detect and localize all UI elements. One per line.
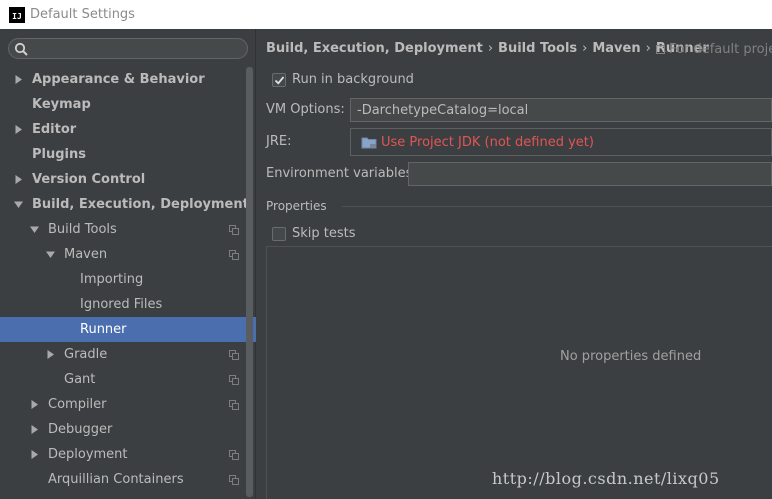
- project-copy-icon: [229, 449, 239, 460]
- search-icon: [14, 42, 28, 56]
- expand-right-arrow-icon[interactable]: [29, 400, 39, 410]
- expand-right-arrow-icon[interactable]: [45, 350, 55, 360]
- environment-variables-label: Environment variables:: [266, 166, 417, 181]
- tree-item-label: Runner: [80, 322, 127, 337]
- tree-item-label: Version Control: [32, 172, 146, 187]
- skip-tests-label: Skip tests: [292, 226, 356, 241]
- skip-tests-checkbox[interactable]: [272, 227, 286, 241]
- tree-item-label: Plugins: [32, 147, 86, 162]
- no-properties-text: No properties defined: [560, 349, 702, 364]
- checkmark-icon: [274, 75, 284, 85]
- tree-item-arquillian-containers[interactable]: Arquillian Containers: [0, 467, 256, 492]
- intellij-app-icon: IJ: [9, 6, 25, 23]
- tree-item-gant[interactable]: Gant: [0, 367, 256, 392]
- tree-item-label: Arquillian Containers: [48, 472, 184, 487]
- properties-section-title: Properties: [266, 199, 327, 213]
- default-project-icon: [656, 45, 665, 54]
- expand-right-arrow-icon[interactable]: [29, 450, 39, 460]
- tree-item-label: Maven: [64, 247, 108, 262]
- expand-down-arrow-icon[interactable]: [13, 200, 23, 210]
- tree-item-label: Keymap: [32, 97, 91, 112]
- expand-right-arrow-icon[interactable]: [13, 125, 23, 135]
- title-bar: IJ Default Settings: [0, 0, 772, 29]
- jre-label: JRE:: [266, 134, 292, 149]
- for-default-text: For default projec: [669, 42, 772, 57]
- properties-divider: [342, 206, 772, 207]
- settings-sidebar: Appearance & Behavior Keymap Editor Plugins…: [0, 29, 256, 499]
- window-title: Default Settings: [30, 7, 135, 22]
- tree-item-label: Compiler: [48, 397, 107, 412]
- project-copy-icon: [229, 249, 239, 260]
- tree-item-debugger[interactable]: Debugger: [0, 417, 256, 442]
- tree-item-appearance-behavior[interactable]: Appearance & Behavior: [0, 67, 256, 92]
- tree-item-label: Gradle: [64, 347, 108, 362]
- settings-tree: Appearance & Behavior Keymap Editor Plugins…: [0, 67, 256, 492]
- tree-item-label: Build, Execution, Deployment: [32, 197, 249, 212]
- tree-item-importing[interactable]: Importing: [0, 267, 256, 292]
- project-copy-icon: [229, 374, 239, 385]
- vm-options-label: VM Options:: [266, 102, 345, 117]
- tree-item-ignored-files[interactable]: Ignored Files: [0, 292, 256, 317]
- tree-item-label: Appearance & Behavior: [32, 72, 205, 87]
- tree-item-label: Gant: [64, 372, 96, 387]
- project-copy-icon: [229, 399, 239, 410]
- breadcrumb-item-build-execution: Build, Execution, Deployment: [266, 41, 483, 56]
- vm-options-value: -DarchetypeCatalog=local: [357, 102, 529, 118]
- expand-right-arrow-icon[interactable]: [13, 75, 23, 85]
- tree-item-deployment[interactable]: Deployment: [0, 442, 256, 467]
- breadcrumb-separator: ›: [487, 41, 494, 56]
- expand-right-arrow-icon[interactable]: [29, 425, 39, 435]
- tree-item-build-execution-deployment[interactable]: Build, Execution, Deployment: [0, 192, 256, 217]
- run-in-background-label: Run in background: [292, 72, 414, 87]
- search-input[interactable]: [8, 38, 248, 59]
- tree-item-version-control[interactable]: Version Control: [0, 167, 256, 192]
- breadcrumb-separator: ›: [582, 41, 588, 56]
- folder-icon: [361, 137, 377, 148]
- project-copy-icon: [229, 224, 239, 235]
- breadcrumb: Build, Execution, Deployment › Build Tools…: [266, 41, 709, 56]
- environment-variables-input[interactable]: [408, 162, 772, 186]
- tree-item-build-tools[interactable]: Build Tools: [0, 217, 256, 242]
- tree-item-label: Build Tools: [48, 222, 117, 237]
- breadcrumb-separator: ›: [645, 41, 651, 56]
- project-copy-icon: [229, 349, 239, 360]
- tree-item-plugins[interactable]: Plugins: [0, 142, 256, 167]
- tree-item-label: Importing: [80, 272, 144, 287]
- expand-down-arrow-icon[interactable]: [45, 250, 55, 260]
- tree-item-editor[interactable]: Editor: [0, 117, 256, 142]
- tree-item-label: Debugger: [48, 422, 113, 437]
- tree-item-label: Deployment: [48, 447, 128, 462]
- tree-item-maven[interactable]: Maven: [0, 242, 256, 267]
- expand-down-arrow-icon[interactable]: [29, 225, 39, 235]
- vm-options-input[interactable]: -DarchetypeCatalog=local: [350, 98, 772, 122]
- project-copy-icon: [229, 474, 239, 485]
- run-in-background-checkbox[interactable]: [272, 73, 286, 87]
- watermark-text: http://blog.csdn.net/lixq05: [492, 469, 720, 488]
- tree-item-label: Editor: [32, 122, 77, 137]
- tree-item-compiler[interactable]: Compiler: [0, 392, 256, 417]
- jre-select[interactable]: Use Project JDK (not defined yet): [350, 128, 772, 156]
- properties-table[interactable]: [266, 246, 772, 499]
- breadcrumb-item-build-tools: Build Tools: [498, 41, 578, 56]
- expand-right-arrow-icon[interactable]: [13, 175, 23, 185]
- breadcrumb-item-maven: Maven: [592, 41, 641, 56]
- tree-item-gradle[interactable]: Gradle: [0, 342, 256, 367]
- tree-item-keymap[interactable]: Keymap: [0, 92, 256, 117]
- tree-scrollbar[interactable]: [246, 67, 253, 497]
- jre-value: Use Project JDK (not defined yet): [381, 134, 594, 150]
- tree-item-label: Ignored Files: [80, 297, 163, 312]
- tree-item-runner[interactable]: Runner: [0, 317, 256, 342]
- runner-settings-panel: Build, Execution, Deployment › Build Tools…: [256, 29, 772, 499]
- for-default-projects-note: For default projec: [656, 42, 772, 57]
